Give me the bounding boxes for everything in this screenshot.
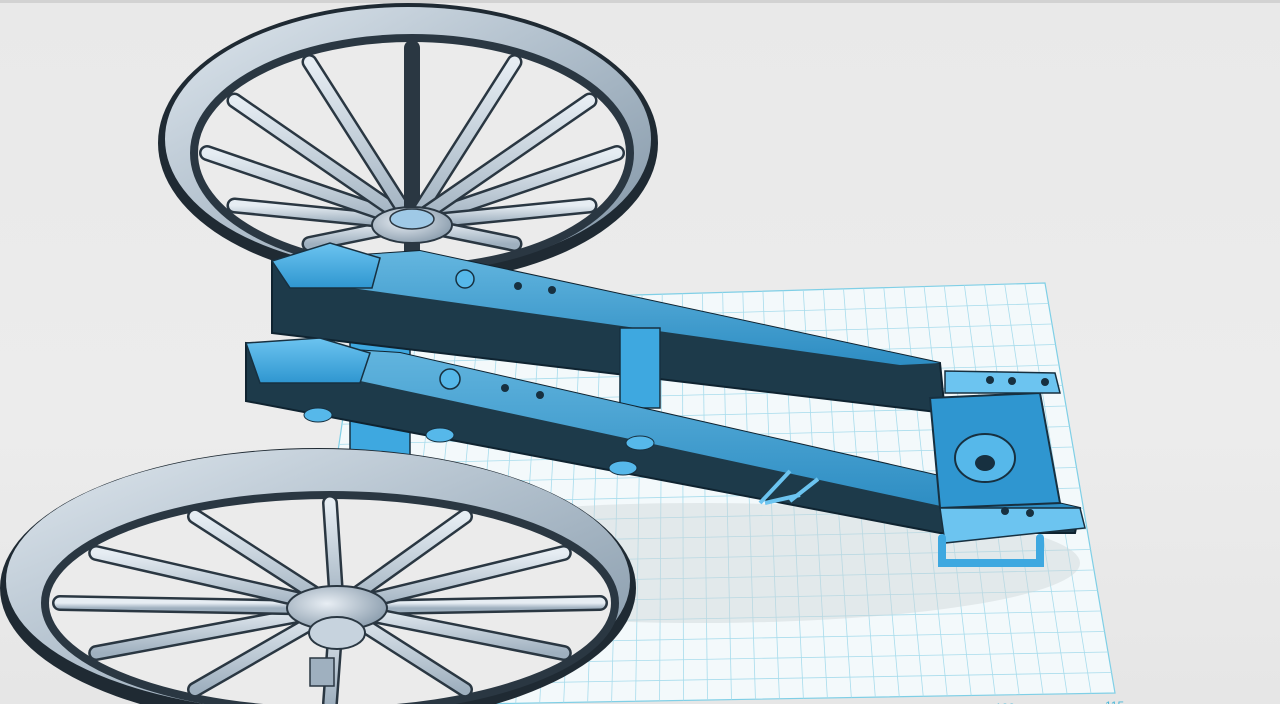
3d-viewport[interactable]: 100 115 [0, 0, 1280, 704]
back-wheel[interactable] [158, 3, 658, 283]
grid-label-115: 115 [1105, 699, 1124, 704]
scene-canvas[interactable] [0, 3, 1280, 704]
cross-bar [619, 327, 661, 409]
